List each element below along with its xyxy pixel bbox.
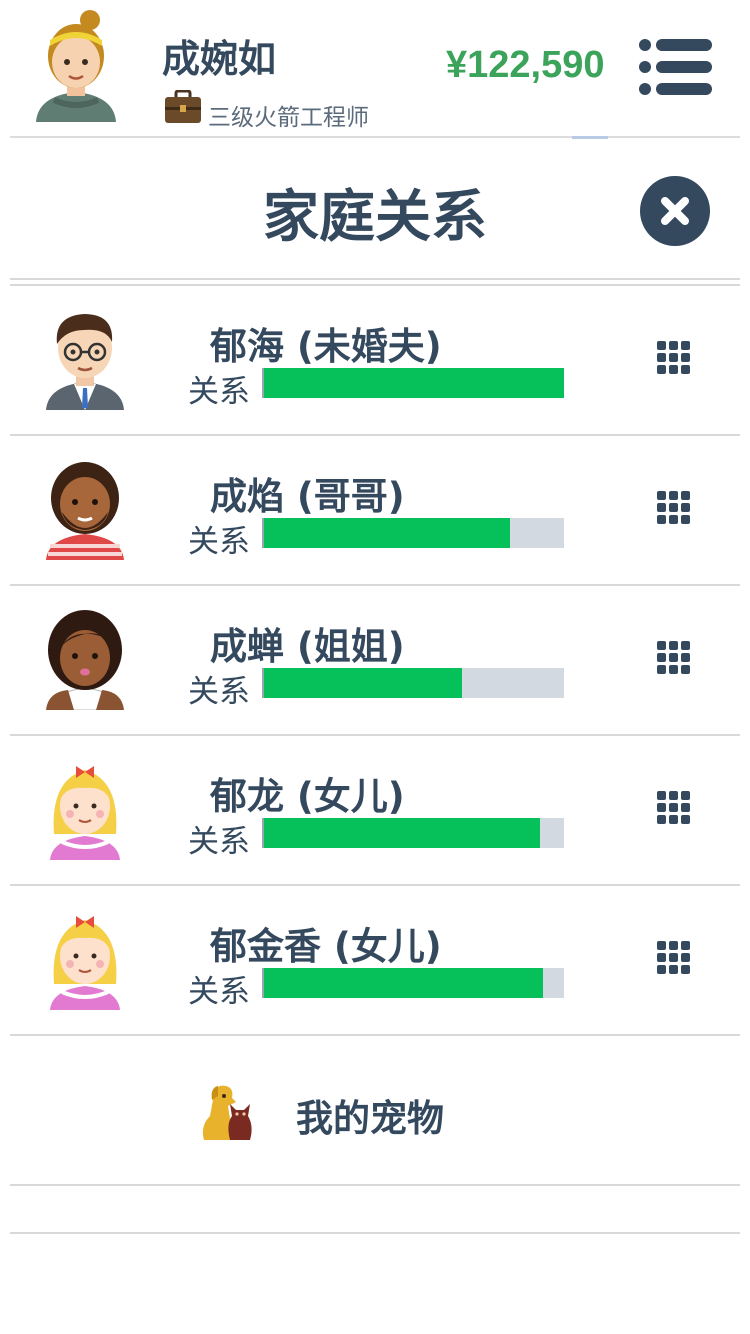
my-pets-button[interactable]: 我的宠物 bbox=[10, 1036, 740, 1186]
player-avatar[interactable] bbox=[36, 10, 116, 122]
divider bbox=[10, 1232, 740, 1234]
family-row-sister[interactable]: 成蝉 (姐姐) 关系 bbox=[10, 586, 740, 736]
grid-menu-icon[interactable] bbox=[656, 640, 692, 676]
relation-label: 关系 bbox=[188, 824, 250, 860]
relationship-bar-fill bbox=[264, 518, 510, 548]
money-balance: ¥122,590 bbox=[446, 44, 605, 86]
grid-menu-icon[interactable] bbox=[656, 490, 692, 526]
job-title: 三级火箭工程师 bbox=[208, 105, 369, 131]
header-tab-indicator bbox=[572, 136, 608, 139]
family-name: 郁金香 (女儿) bbox=[210, 925, 442, 968]
grid-menu-icon[interactable] bbox=[656, 790, 692, 826]
sister-avatar bbox=[44, 608, 126, 710]
relationship-bar bbox=[262, 968, 564, 998]
daughter-avatar bbox=[48, 910, 122, 1010]
relationship-bar bbox=[262, 368, 564, 398]
relationship-bar-fill bbox=[264, 368, 564, 398]
pet-dog-cat-icon bbox=[200, 1080, 256, 1142]
family-name: 郁海 (未婚夫) bbox=[210, 325, 442, 368]
divider bbox=[10, 278, 740, 280]
relation-label: 关系 bbox=[188, 374, 250, 410]
family-row-fiance[interactable]: 郁海 (未婚夫) 关系 bbox=[10, 286, 740, 436]
menu-icon[interactable] bbox=[638, 38, 712, 96]
divider bbox=[10, 1184, 740, 1186]
relation-label: 关系 bbox=[188, 974, 250, 1010]
grid-menu-icon[interactable] bbox=[656, 940, 692, 976]
family-name: 成蝉 (姐姐) bbox=[210, 625, 405, 668]
family-row-brother[interactable]: 成焰 (哥哥) 关系 bbox=[10, 436, 740, 586]
fiance-avatar bbox=[44, 308, 126, 410]
close-icon bbox=[661, 197, 689, 225]
relation-label: 关系 bbox=[188, 524, 250, 560]
family-row-daughter-1[interactable]: 郁龙 (女儿) 关系 bbox=[10, 736, 740, 886]
daughter-avatar bbox=[48, 760, 122, 860]
family-row-daughter-2[interactable]: 郁金香 (女儿) 关系 bbox=[10, 886, 740, 1036]
relation-label: 关系 bbox=[188, 674, 250, 710]
briefcase-icon bbox=[164, 89, 202, 124]
family-name: 郁龙 (女儿) bbox=[210, 775, 405, 818]
relationship-bar bbox=[262, 518, 564, 548]
relationship-bar bbox=[262, 818, 564, 848]
top-bar: 成婉如 三级火箭工程师 ¥122,590 bbox=[0, 0, 750, 138]
my-pets-label: 我的宠物 bbox=[296, 1097, 444, 1140]
brother-avatar bbox=[44, 458, 126, 560]
grid-menu-icon[interactable] bbox=[656, 340, 692, 376]
header-divider bbox=[10, 136, 740, 138]
page-title: 家庭关系 bbox=[263, 185, 487, 250]
relationship-bar bbox=[262, 668, 564, 698]
close-button[interactable] bbox=[640, 176, 710, 246]
relationship-bar-fill bbox=[264, 668, 462, 698]
family-name: 成焰 (哥哥) bbox=[210, 475, 405, 518]
relationship-bar-fill bbox=[264, 818, 540, 848]
relationship-bar-fill bbox=[264, 968, 543, 998]
player-name: 成婉如 bbox=[162, 37, 277, 81]
